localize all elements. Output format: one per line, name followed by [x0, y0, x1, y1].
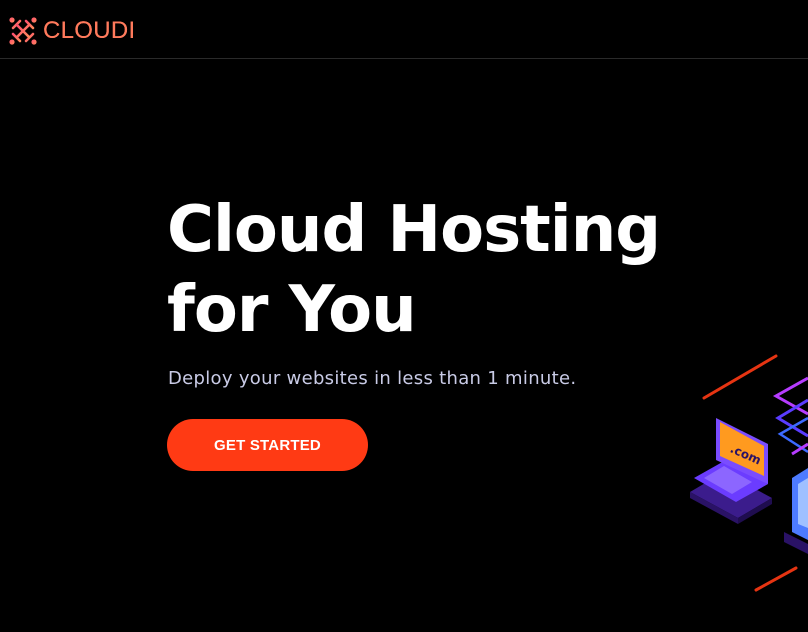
get-started-button[interactable]: GET STARTED	[167, 419, 368, 471]
logo-icon	[9, 17, 37, 45]
hosting-illustration: .com	[680, 348, 808, 598]
navbar: CLOUDI	[0, 0, 808, 59]
hero-title-line1: Cloud Hosting	[167, 193, 661, 267]
hero-subtitle: Deploy your websites in less than 1 minu…	[168, 368, 577, 389]
hero-title-line2: for You	[167, 273, 417, 347]
hero-section: Cloud Hosting for You Deploy your websit…	[167, 190, 727, 389]
brand-name: CLOUDI	[43, 17, 136, 44]
brand-logo-link[interactable]: CLOUDI	[8, 16, 135, 46]
hero-title: Cloud Hosting for You	[167, 190, 727, 350]
